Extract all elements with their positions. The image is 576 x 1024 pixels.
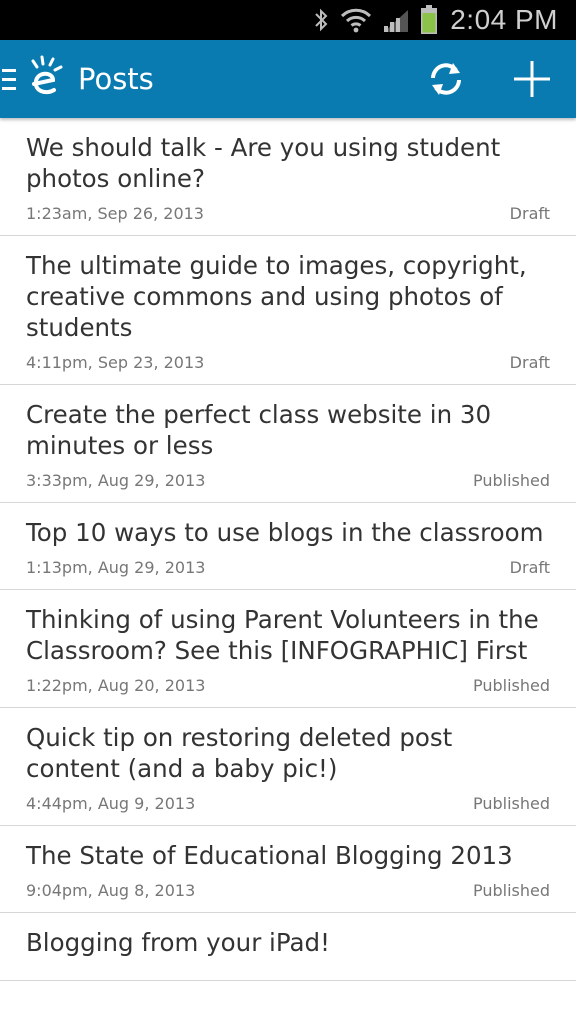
add-icon xyxy=(514,61,550,97)
post-status: Published xyxy=(472,794,550,813)
post-status: Draft xyxy=(509,353,550,372)
status-time: 2:04 PM xyxy=(450,4,558,35)
status-bar: 2:04 PM xyxy=(0,0,576,40)
post-item[interactable]: We should talk - Are you using student p… xyxy=(0,118,576,236)
post-title: Top 10 ways to use blogs in the classroo… xyxy=(26,518,544,547)
drawer-icon[interactable] xyxy=(2,64,18,94)
post-item[interactable]: Quick tip on restoring deleted post cont… xyxy=(0,708,576,826)
post-title: Quick tip on restoring deleted post cont… xyxy=(26,723,453,783)
post-title: The State of Educational Blogging 2013 xyxy=(26,841,513,870)
page-title: Posts xyxy=(78,62,154,96)
post-status: Published xyxy=(472,881,550,900)
post-status: Draft xyxy=(509,204,550,223)
post-item[interactable]: Top 10 ways to use blogs in the classroo… xyxy=(0,503,576,590)
post-date: 4:44pm, Aug 9, 2013 xyxy=(26,794,196,813)
post-item[interactable]: Create the perfect class website in 30 m… xyxy=(0,385,576,503)
post-status: Published xyxy=(472,471,550,490)
post-status: Draft xyxy=(509,558,550,577)
post-title: We should talk - Are you using student p… xyxy=(26,133,501,193)
post-title: Thinking of using Parent Volunteers in t… xyxy=(26,605,539,665)
bluetooth-icon xyxy=(312,8,330,32)
post-title: The ultimate guide to images, copyright,… xyxy=(26,251,527,342)
refresh-icon xyxy=(431,63,461,95)
post-date: 1:22pm, Aug 20, 2013 xyxy=(26,676,206,695)
post-item[interactable]: Thinking of using Parent Volunteers in t… xyxy=(0,590,576,708)
wifi-icon xyxy=(340,7,372,33)
refresh-button[interactable] xyxy=(420,53,472,105)
app-logo-icon[interactable] xyxy=(26,54,66,104)
post-date: 9:04pm, Aug 8, 2013 xyxy=(26,881,196,900)
post-date: 1:23am, Sep 26, 2013 xyxy=(26,204,204,223)
post-item[interactable]: The State of Educational Blogging 2013 9… xyxy=(0,826,576,913)
add-button[interactable] xyxy=(506,53,558,105)
post-date: 4:11pm, Sep 23, 2013 xyxy=(26,353,205,372)
post-date: 3:33pm, Aug 29, 2013 xyxy=(26,471,206,490)
post-date: 1:13pm, Aug 29, 2013 xyxy=(26,558,206,577)
post-item[interactable]: The ultimate guide to images, copyright,… xyxy=(0,236,576,385)
post-status: Published xyxy=(472,676,550,695)
post-title: Create the perfect class website in 30 m… xyxy=(26,400,492,460)
signal-icon xyxy=(382,8,410,32)
battery-icon xyxy=(420,5,438,35)
post-title: Blogging from your iPad! xyxy=(26,928,330,957)
post-item[interactable]: Blogging from your iPad! xyxy=(0,913,576,981)
action-bar: Posts xyxy=(0,40,576,118)
posts-list[interactable]: We should talk - Are you using student p… xyxy=(0,118,576,1024)
